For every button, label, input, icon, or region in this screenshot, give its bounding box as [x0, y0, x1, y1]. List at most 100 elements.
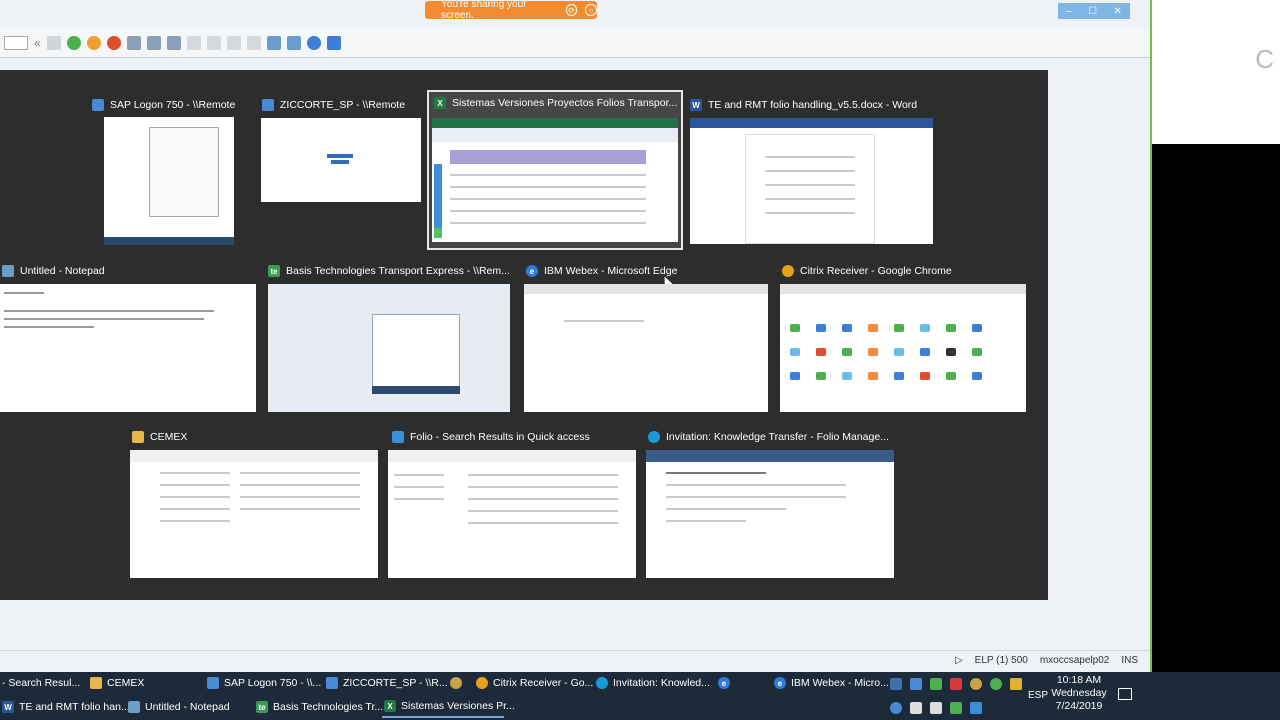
- clock-time: 10:18 AM: [1056, 674, 1102, 686]
- switcher-tile-sap-logon[interactable]: SAP Logon 750 - \\Remote: [84, 94, 244, 248]
- tray-app-icon[interactable]: [950, 678, 962, 690]
- cancel-icon[interactable]: [106, 35, 121, 50]
- prev-page-icon[interactable]: [206, 35, 221, 50]
- stop-sharing-icon[interactable]: ○: [585, 4, 597, 16]
- shortcut-icon[interactable]: [286, 35, 301, 50]
- sharing-banner: You're sharing your screen. ⟳ ○: [425, 0, 597, 21]
- tile-title: Invitation: Knowledge Transfer - Folio M…: [666, 431, 889, 443]
- minimize-icon[interactable]: –: [1066, 6, 1072, 17]
- tile-title: Sistemas Versiones Proyectos Folios Tran…: [452, 97, 678, 109]
- sap-toolbar: «: [0, 28, 1150, 58]
- window-controls[interactable]: – ☐ ✕: [1058, 3, 1130, 19]
- window-thumbnail: [104, 117, 234, 245]
- tray-app-icon[interactable]: [910, 678, 922, 690]
- tray-app-icon[interactable]: [970, 678, 982, 690]
- word-icon: W: [690, 99, 702, 111]
- tray-app-icon[interactable]: [1010, 678, 1022, 690]
- chrome-icon: [782, 265, 794, 277]
- switcher-tile-notepad[interactable]: Untitled - Notepad: [0, 260, 260, 414]
- tray-app-icon[interactable]: [890, 678, 902, 690]
- taskbar-item-excel[interactable]: X Sistemas Versiones Pr...: [382, 696, 515, 718]
- play-icon[interactable]: ▷: [955, 655, 963, 666]
- tile-title: CEMEX: [150, 431, 188, 443]
- basis-te-icon: te: [256, 701, 268, 713]
- tray-app-icon[interactable]: [990, 678, 1002, 690]
- maximize-icon[interactable]: ☐: [1088, 6, 1097, 17]
- network-icon[interactable]: [910, 702, 922, 714]
- tray-app-icon[interactable]: [930, 678, 942, 690]
- tile-title: SAP Logon 750 - \\Remote: [110, 99, 236, 111]
- save-icon[interactable]: [46, 35, 61, 50]
- tray-app-icon[interactable]: [950, 702, 962, 714]
- tile-title: Folio - Search Results in Quick access: [410, 431, 590, 443]
- excel-icon: X: [434, 97, 446, 109]
- folder-icon: [132, 431, 144, 443]
- taskbar-item-ziccorte[interactable]: ZICCORTE_SP - \\R...: [324, 672, 448, 694]
- taskbar-item-sap-logon[interactable]: SAP Logon 750 - \\...: [205, 672, 321, 694]
- switcher-tile-webex[interactable]: e IBM Webex - Microsoft Edge: [520, 260, 772, 414]
- taskbar-item-label: Untitled - Notepad: [145, 701, 230, 713]
- taskbar-item-basis[interactable]: te Basis Technologies Tr...: [254, 696, 383, 718]
- taskbar-item-edge[interactable]: e: [716, 672, 736, 694]
- edge-icon: e: [718, 677, 730, 689]
- switcher-tile-ziccorte[interactable]: ZICCORTE_SP - \\Remote: [256, 94, 426, 248]
- taskbar-item-invitation[interactable]: Invitation: Knowled...: [594, 672, 710, 694]
- gear-icon: [450, 677, 462, 689]
- help-icon[interactable]: [306, 35, 321, 50]
- tray-app-icon[interactable]: [890, 702, 902, 714]
- find-next-icon[interactable]: [166, 35, 181, 50]
- find-icon[interactable]: [146, 35, 161, 50]
- webex-meeting-icon: [648, 431, 660, 443]
- sap-logon-icon: [92, 99, 104, 111]
- close-icon[interactable]: ✕: [1113, 6, 1121, 17]
- explorer-icon: [392, 431, 404, 443]
- window-thumbnail: [646, 450, 894, 578]
- layout-icon[interactable]: [326, 35, 341, 50]
- new-session-icon[interactable]: [266, 35, 281, 50]
- volume-icon[interactable]: [930, 702, 942, 714]
- taskbar-item-folio-search[interactable]: - Search Resul...: [0, 672, 82, 694]
- switcher-tile-basis[interactable]: te Basis Technologies Transport Express …: [266, 260, 514, 414]
- back-chevron-icon[interactable]: «: [34, 36, 41, 50]
- system-tray-top: [890, 678, 1022, 690]
- taskbar-item-notepad[interactable]: Untitled - Notepad: [126, 696, 246, 718]
- input-mode: INS: [1121, 655, 1138, 666]
- switcher-tile-invitation[interactable]: Invitation: Knowledge Transfer - Folio M…: [644, 426, 898, 580]
- next-page-icon[interactable]: [226, 35, 241, 50]
- sharing-text: You're sharing your screen.: [441, 0, 527, 21]
- system-info[interactable]: ELP (1) 500: [975, 655, 1028, 666]
- sharing-settings-icon[interactable]: ⟳: [565, 4, 578, 16]
- taskbar-item-webex[interactable]: e IBM Webex - Micro...: [772, 672, 889, 694]
- right-panel-top: C: [1152, 0, 1280, 144]
- window-thumbnail: [130, 450, 378, 578]
- command-field[interactable]: [4, 35, 28, 50]
- notepad-icon: [128, 701, 140, 713]
- switcher-tile-folio[interactable]: Folio - Search Results in Quick access: [386, 426, 640, 580]
- sap-gui-icon: [262, 99, 274, 111]
- taskbar-item-gear[interactable]: [448, 672, 468, 694]
- taskbar-item-cemex[interactable]: CEMEX: [88, 672, 198, 694]
- tile-title: ZICCORTE_SP - \\Remote: [280, 99, 406, 111]
- back-icon[interactable]: [66, 35, 81, 50]
- taskbar-item-label: Citrix Receiver - Go...: [493, 677, 594, 689]
- first-page-icon[interactable]: [186, 35, 201, 50]
- window-thumbnail: [690, 118, 933, 244]
- tile-title: Citrix Receiver - Google Chrome: [800, 265, 952, 277]
- taskbar-item-word[interactable]: W TE and RMT folio han...: [0, 696, 130, 718]
- action-center-icon[interactable]: [1118, 688, 1132, 700]
- switcher-tile-citrix[interactable]: Citrix Receiver - Google Chrome: [776, 260, 1030, 414]
- print-icon[interactable]: [126, 35, 141, 50]
- taskbar-item-citrix[interactable]: Citrix Receiver - Go...: [474, 672, 593, 694]
- switcher-tile-cemex[interactable]: CEMEX: [126, 426, 382, 580]
- window-thumbnail: [261, 118, 421, 202]
- switcher-tile-excel[interactable]: X Sistemas Versiones Proyectos Folios Tr…: [427, 90, 683, 250]
- word-icon: W: [2, 701, 14, 713]
- last-page-icon[interactable]: [246, 35, 261, 50]
- tray-app-icon[interactable]: [970, 702, 982, 714]
- exit-icon[interactable]: [86, 35, 101, 50]
- switcher-tile-word[interactable]: W TE and RMT folio handling_v5.5.docx - …: [688, 94, 938, 248]
- window-thumbnail: [780, 284, 1026, 412]
- input-language[interactable]: ESP: [1028, 690, 1048, 701]
- taskbar-clock[interactable]: 10:18 AM Wednesday 7/24/2019: [1046, 674, 1112, 713]
- window-thumbnail: [0, 284, 256, 412]
